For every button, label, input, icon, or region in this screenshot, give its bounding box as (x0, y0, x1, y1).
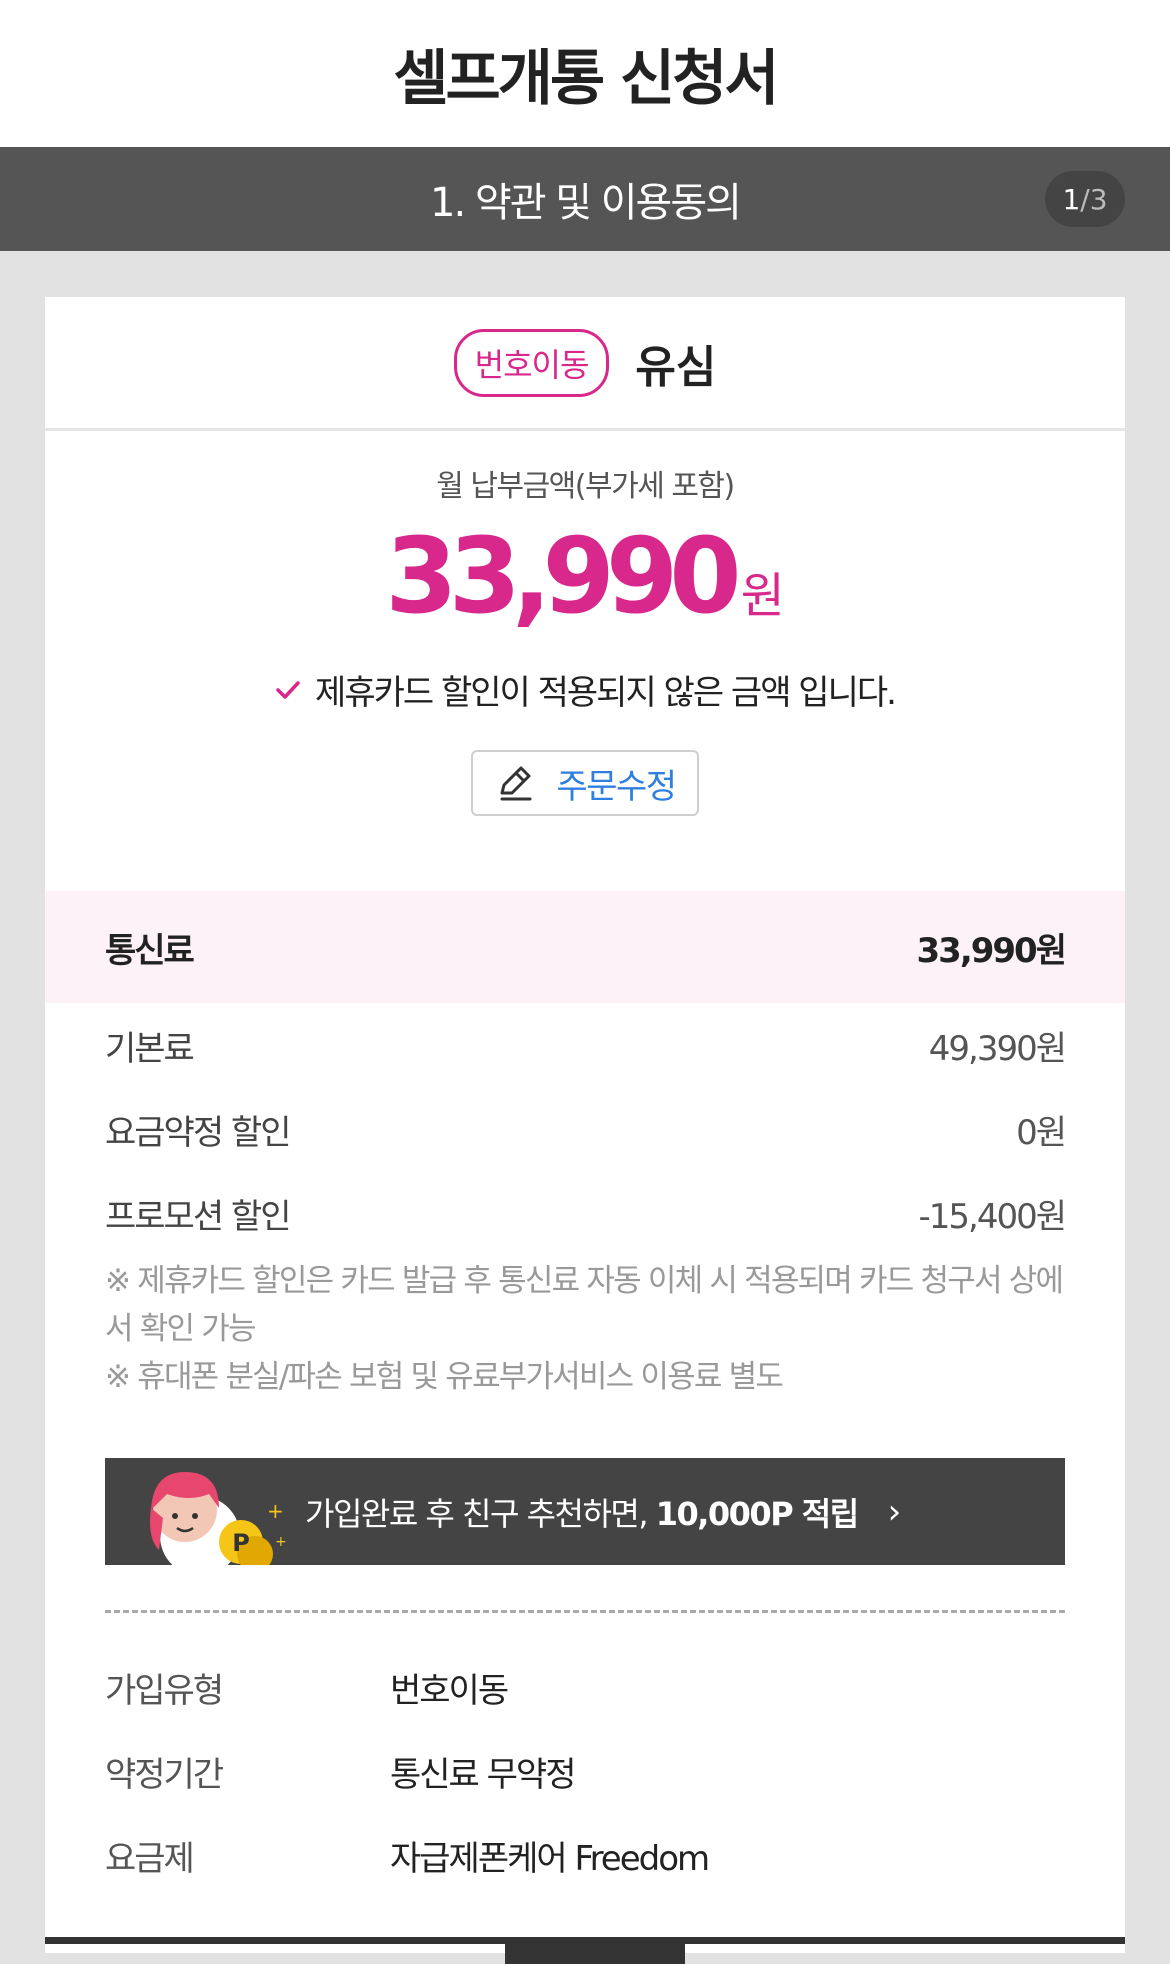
monthly-label: 월 납부금액(부가세 포함) (436, 469, 735, 504)
edit-order-button[interactable]: 주문수정 (471, 750, 699, 816)
dashed-divider (105, 1610, 1065, 1613)
order-card: 번호이동 유심 월 납부금액(부가세 포함) 33,990 원 제휴카드 할인이… (45, 297, 1125, 1964)
note-item: ※ 제휴카드 할인은 카드 발급 후 통신료 자동 이체 시 적용되며 카드 청… (105, 1263, 1064, 1347)
banner-message: 가입완료 후 친구 추천하면, (305, 1494, 656, 1533)
step-title: 1. 약관 및 이용동의 (430, 180, 742, 226)
info-key: 요금제 (105, 1838, 195, 1879)
pencil-icon (500, 766, 532, 801)
page-title: 셀프개통 신청서 (393, 44, 779, 114)
point-coin-icon: P + + (150, 1472, 287, 1565)
subscription-info: 가입유형 번호이동 약정기간 통신료 무약정 요금제 자급제폰케어 Freedo… (105, 1645, 1065, 1897)
fee-total-value: 33,990원 (916, 930, 1067, 971)
fee-value: 0원 (1016, 1112, 1067, 1153)
card-header: 번호이동 유심 (45, 297, 1125, 431)
chevron-right-icon: › (887, 1491, 902, 1532)
fee-row-contract-discount: 요금약정 할인 0원 (105, 1087, 1067, 1171)
bottom-border (45, 1937, 1125, 1944)
notice-text: 제휴카드 할인이 적용되지 않은 금액 입니다. (315, 673, 897, 713)
fee-value: -15,400원 (918, 1196, 1067, 1237)
fee-label: 프로모션 할인 (105, 1196, 291, 1237)
monthly-price: 33,990 (385, 515, 741, 637)
step-current: 1 (1062, 182, 1081, 216)
step-counter: 1/3 (1045, 171, 1125, 227)
svg-text:+: + (267, 1499, 284, 1523)
info-key: 가입유형 (105, 1670, 224, 1711)
check-icon (276, 680, 300, 699)
referral-banner[interactable]: P + + 가입완료 후 친구 추천하면, 10,000P 적립 › (105, 1458, 1065, 1565)
fee-breakdown: 기본료 49,390원 요금약정 할인 0원 프로모션 할인 -15,400원 (105, 1003, 1067, 1255)
fee-label: 요금약정 할인 (105, 1112, 291, 1153)
fee-notes: ※ 제휴카드 할인은 카드 발급 후 통신료 자동 이체 시 적용되며 카드 청… (105, 1257, 1065, 1401)
edit-order-label: 주문수정 (556, 766, 677, 807)
page-header: 셀프개통 신청서 (0, 0, 1170, 147)
fee-row-base: 기본료 49,390원 (105, 1003, 1067, 1087)
price-line: 33,990 원 (45, 515, 1125, 637)
discount-notice: 제휴카드 할인이 적용되지 않은 금액 입니다. (45, 665, 1125, 714)
info-row-contract-period: 약정기간 통신료 무약정 (105, 1729, 1065, 1813)
fee-total-row: 통신료 33,990원 (45, 891, 1125, 1003)
bottom-tab-handle (505, 1944, 685, 1964)
join-type-badge: 번호이동 (453, 328, 610, 397)
step-total: /3 (1080, 182, 1108, 216)
fee-value: 49,390원 (928, 1028, 1067, 1069)
info-value: 번호이동 (390, 1670, 509, 1711)
info-value: 통신료 무약정 (390, 1754, 576, 1795)
svg-text:P: P (232, 1529, 250, 1557)
fee-total-label: 통신료 (105, 930, 195, 971)
info-row-join-type: 가입유형 번호이동 (105, 1645, 1065, 1729)
banner-text: 가입완료 후 친구 추천하면, 10,000P 적립 (305, 1489, 859, 1535)
svg-text:+: + (275, 1534, 287, 1550)
note-item: ※ 휴대폰 분실/파손 보험 및 유료부가서비스 이용료 별도 (105, 1359, 784, 1395)
fee-label: 기본료 (105, 1028, 195, 1069)
price-summary: 월 납부금액(부가세 포함) 33,990 원 제휴카드 할인이 적용되지 않은… (45, 431, 1125, 816)
info-row-plan: 요금제 자급제폰케어 Freedom (105, 1813, 1065, 1897)
info-value: 자급제폰케어 Freedom (390, 1838, 710, 1879)
price-unit: 원 (740, 568, 785, 624)
step-bar: 1. 약관 및 이용동의 1/3 (0, 147, 1170, 251)
fee-row-promotion-discount: 프로모션 할인 -15,400원 (105, 1171, 1067, 1255)
banner-reward: 10,000P 적립 (655, 1494, 859, 1533)
info-key: 약정기간 (105, 1754, 224, 1795)
product-name: 유심 (635, 341, 717, 393)
